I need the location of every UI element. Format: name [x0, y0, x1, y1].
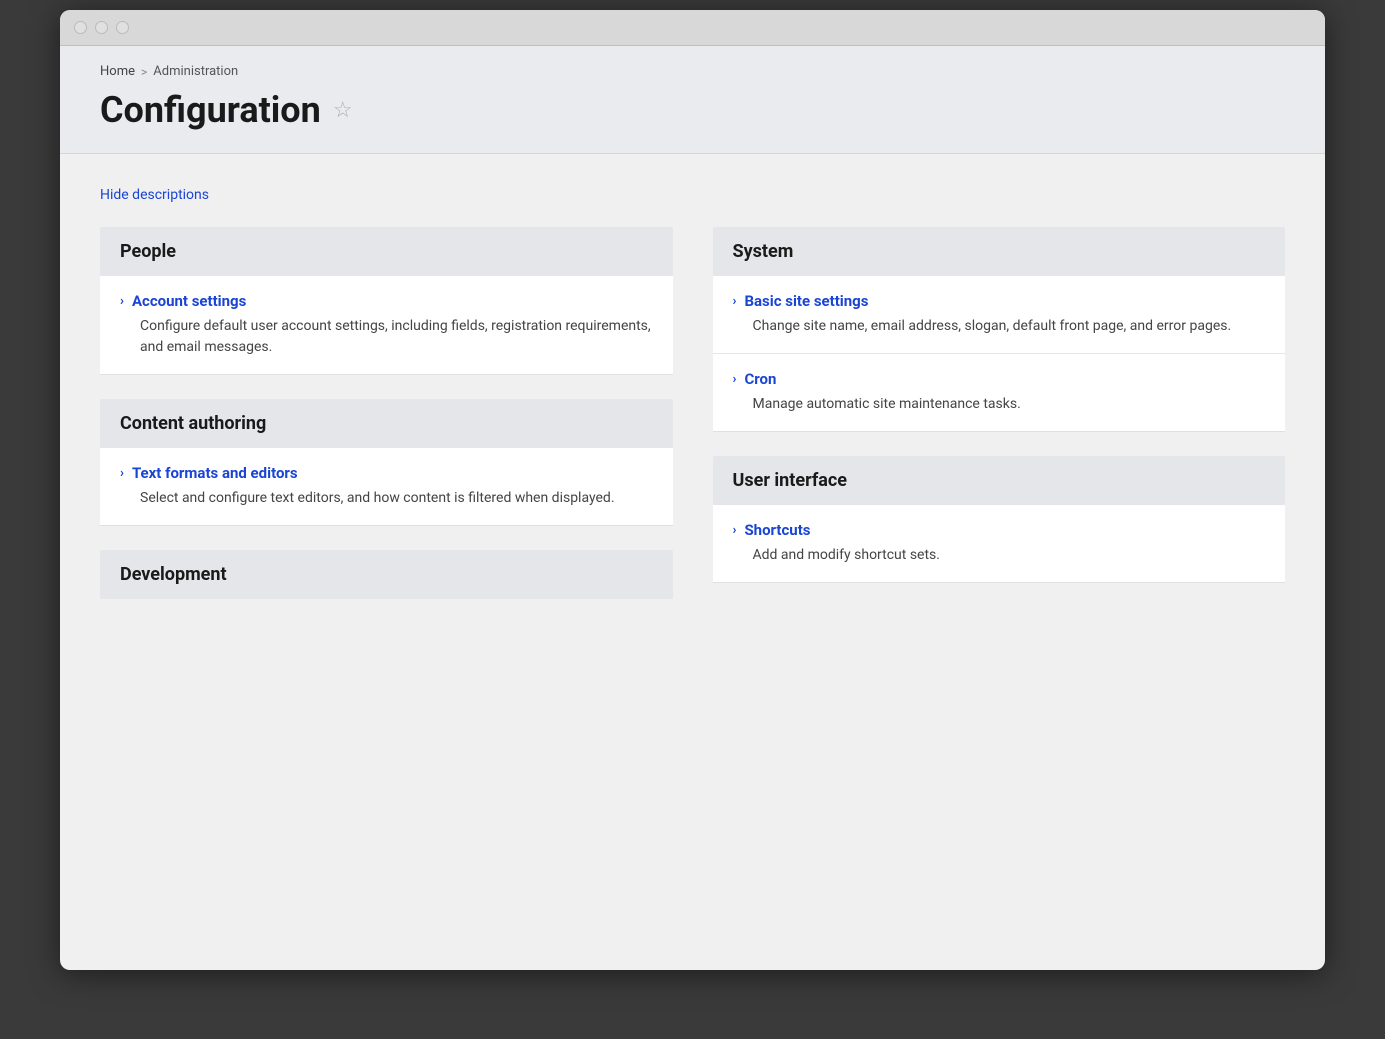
breadcrumb: Home > Administration — [100, 64, 1285, 79]
section-title-development: Development — [120, 564, 227, 585]
section-items-content-authoring: › Text formats and editors Select and co… — [100, 448, 673, 526]
section-header-system: System — [713, 227, 1286, 276]
page-header: Home > Administration Configuration ☆ — [60, 46, 1325, 154]
chevron-icon-cron: › — [733, 373, 737, 386]
section-content-authoring: Content authoring › Text formats and edi… — [100, 399, 673, 526]
column-right: System › Basic site settings Change site… — [713, 227, 1286, 623]
section-system: System › Basic site settings Change site… — [713, 227, 1286, 432]
hide-descriptions-link[interactable]: Hide descriptions — [100, 187, 209, 203]
breadcrumb-home[interactable]: Home — [100, 64, 135, 79]
traffic-light-maximize[interactable] — [116, 21, 129, 34]
config-item-shortcuts: › Shortcuts Add and modify shortcut sets… — [713, 505, 1286, 583]
window-titlebar — [60, 10, 1325, 46]
section-header-user-interface: User interface — [713, 456, 1286, 505]
shortcuts-link[interactable]: Shortcuts — [744, 521, 810, 539]
config-item-title-row-basic-site: › Basic site settings — [733, 292, 1266, 310]
config-item-title-row-cron: › Cron — [733, 370, 1266, 388]
chevron-icon-text-formats: › — [120, 467, 124, 480]
config-item-title-row-account: › Account settings — [120, 292, 653, 310]
cron-link[interactable]: Cron — [744, 370, 776, 388]
section-header-development: Development — [100, 550, 673, 599]
section-items-people: › Account settings Configure default use… — [100, 276, 673, 375]
text-formats-link[interactable]: Text formats and editors — [132, 464, 298, 482]
page-body: Home > Administration Configuration ☆ Hi… — [60, 46, 1325, 653]
favorite-star-icon[interactable]: ☆ — [333, 98, 353, 123]
two-column-layout: People › Account settings Configure defa… — [100, 227, 1285, 623]
config-item-text-formats: › Text formats and editors Select and co… — [100, 448, 673, 526]
traffic-light-minimize[interactable] — [95, 21, 108, 34]
section-title-people: People — [120, 241, 176, 262]
traffic-light-close[interactable] — [74, 21, 87, 34]
section-title-user-interface: User interface — [733, 470, 848, 491]
cron-description: Manage automatic site maintenance tasks. — [753, 394, 1266, 415]
account-settings-description: Configure default user account settings,… — [140, 316, 653, 358]
page-title: Configuration — [100, 89, 321, 131]
shortcuts-description: Add and modify shortcut sets. — [753, 545, 1266, 566]
section-items-system: › Basic site settings Change site name, … — [713, 276, 1286, 432]
section-development: Development — [100, 550, 673, 599]
section-user-interface: User interface › Shortcuts Add and modif… — [713, 456, 1286, 583]
chevron-icon-basic-site: › — [733, 295, 737, 308]
browser-window: Home > Administration Configuration ☆ Hi… — [60, 10, 1325, 970]
section-header-people: People — [100, 227, 673, 276]
basic-site-settings-link[interactable]: Basic site settings — [744, 292, 868, 310]
section-header-content-authoring: Content authoring — [100, 399, 673, 448]
section-title-system: System — [733, 241, 794, 262]
basic-site-settings-description: Change site name, email address, slogan,… — [753, 316, 1266, 337]
chevron-icon-account: › — [120, 295, 124, 308]
config-item-title-row-shortcuts: › Shortcuts — [733, 521, 1266, 539]
text-formats-description: Select and configure text editors, and h… — [140, 488, 653, 509]
config-item-cron: › Cron Manage automatic site maintenance… — [713, 354, 1286, 432]
config-item-title-row-text-formats: › Text formats and editors — [120, 464, 653, 482]
breadcrumb-current: Administration — [153, 64, 238, 79]
section-title-content-authoring: Content authoring — [120, 413, 266, 434]
config-item-basic-site-settings: › Basic site settings Change site name, … — [713, 276, 1286, 354]
config-item-account-settings: › Account settings Configure default use… — [100, 276, 673, 375]
breadcrumb-separator: > — [141, 65, 147, 79]
chevron-icon-shortcuts: › — [733, 524, 737, 537]
column-left: People › Account settings Configure defa… — [100, 227, 673, 623]
page-title-row: Configuration ☆ — [100, 89, 1285, 131]
page-content: Hide descriptions People › Ac — [60, 154, 1325, 653]
account-settings-link[interactable]: Account settings — [132, 292, 246, 310]
section-items-user-interface: › Shortcuts Add and modify shortcut sets… — [713, 505, 1286, 583]
section-people: People › Account settings Configure defa… — [100, 227, 673, 375]
